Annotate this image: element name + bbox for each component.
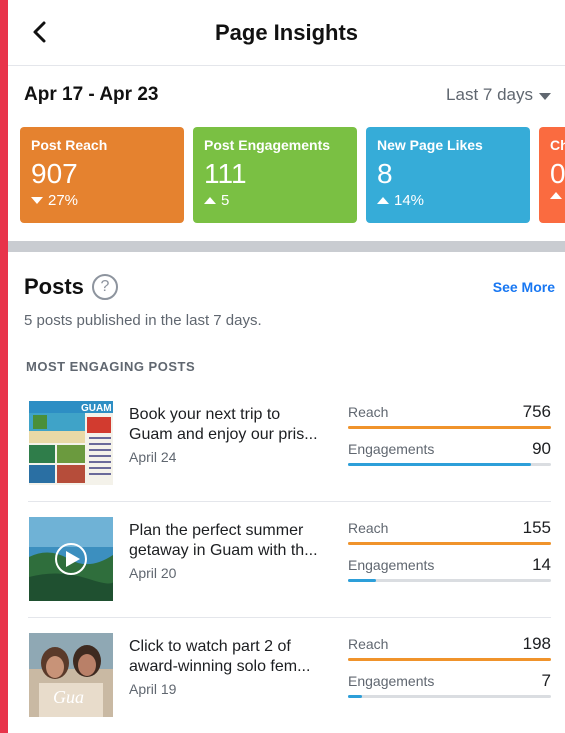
post-metrics: Reach 756 Engagements 90 <box>348 402 551 466</box>
metric-card-change-value: 5 <box>221 192 230 209</box>
metric-card-change <box>550 192 565 199</box>
section-divider <box>8 241 565 252</box>
reach-bar-fill <box>348 658 551 661</box>
post-thumbnail-video <box>29 517 113 601</box>
posts-title-group: Posts ? <box>24 274 118 300</box>
engagements-bar <box>348 579 551 582</box>
engagements-bar-fill <box>348 695 363 698</box>
engagements-value: 90 <box>532 439 551 458</box>
arrow-up-icon <box>204 197 216 204</box>
metric-card-change: 27% <box>31 192 173 209</box>
post-thumbnail-photo: Gua <box>29 633 113 717</box>
engagements-value: 14 <box>532 555 551 574</box>
question-circle-icon[interactable]: ? <box>91 274 118 300</box>
caret-down-icon <box>539 92 551 100</box>
post-text: Click to watch part 2 of award-winning s… <box>129 637 337 697</box>
arrow-up-icon <box>377 197 389 204</box>
metric-card-post-engagements[interactable]: Post Engagements 111 5 <box>193 127 357 223</box>
post-metrics: Reach 198 Engagements 7 <box>348 634 551 698</box>
left-edge-bar <box>0 0 8 733</box>
metric-card-post-reach[interactable]: Post Reach 907 27% <box>20 127 184 223</box>
reach-label: Reach <box>348 636 389 652</box>
reach-label: Reach <box>348 520 389 536</box>
post-row[interactable]: GUAM Book your next trip to Guam and enj… <box>8 385 565 502</box>
svg-text:Gua: Gua <box>53 687 84 707</box>
see-more-link[interactable]: See More <box>493 279 555 295</box>
engagements-bar <box>348 695 551 698</box>
post-metrics: Reach 155 Engagements 14 <box>348 518 551 582</box>
reach-bar <box>348 542 551 545</box>
reach-value: 198 <box>522 634 551 653</box>
post-date: April 20 <box>129 565 177 581</box>
most-engaging-label: MOST ENGAGING POSTS <box>26 359 196 374</box>
svg-text:GUAM: GUAM <box>81 403 112 414</box>
metric-card-value: 907 <box>31 158 78 189</box>
post-date: April 19 <box>129 681 177 697</box>
reach-value: 155 <box>522 518 551 537</box>
metric-card-change: 14% <box>377 192 519 209</box>
metric-card-label: Ch <box>550 137 565 153</box>
metric-card-partial[interactable]: Ch 0 <box>539 127 565 223</box>
reach-bar <box>348 426 551 429</box>
engagements-bar <box>348 463 551 466</box>
metric-card-value: 111 <box>204 158 247 189</box>
arrow-up-icon <box>550 192 562 199</box>
metric-card-new-page-likes[interactable]: New Page Likes 8 14% <box>366 127 530 223</box>
metric-cards[interactable]: Post Reach 907 27% Post Engagements 111 … <box>8 124 565 234</box>
post-title-line-2: getaway in Guam with th... <box>129 542 318 559</box>
engagements-row: Engagements 7 <box>348 671 551 691</box>
metric-card-label: Post Engagements <box>204 137 331 153</box>
engagements-label: Engagements <box>348 441 435 457</box>
posts-title: Posts <box>24 274 84 299</box>
period-label: Last 7 days <box>446 85 533 104</box>
metric-card-change-value: 14% <box>394 192 425 209</box>
reach-row: Reach 756 <box>348 402 551 422</box>
header: Page Insights <box>8 0 565 66</box>
post-row[interactable]: Gua Click to watch part 2 of award-winni… <box>8 617 565 733</box>
metric-card-change: 5 <box>204 192 346 209</box>
post-title-line-1: Plan the perfect summer <box>129 522 304 539</box>
engagements-label: Engagements <box>348 673 435 689</box>
metric-card-value: 8 <box>377 158 393 189</box>
post-row[interactable]: Plan the perfect summer getaway in Guam … <box>8 501 565 618</box>
reach-bar-fill <box>348 426 551 429</box>
reach-row: Reach 155 <box>348 518 551 538</box>
engagements-value: 7 <box>541 671 551 690</box>
chevron-left-icon[interactable] <box>28 20 52 44</box>
engagements-label: Engagements <box>348 557 435 573</box>
metric-card-change-value: 27% <box>48 192 79 209</box>
reach-row: Reach 198 <box>348 634 551 654</box>
post-title-line-1: Click to watch part 2 of <box>129 638 291 655</box>
post-text: Plan the perfect summer getaway in Guam … <box>129 521 337 581</box>
period-dropdown[interactable]: Last 7 days <box>446 85 551 105</box>
post-title-line-1: Book your next trip to <box>129 406 281 423</box>
page-insights-screen: Page Insights Apr 17 - Apr 23 Last 7 day… <box>8 0 565 733</box>
post-title-line-2: Guam and enjoy our pris... <box>129 426 318 443</box>
metric-card-label: Post Reach <box>31 137 108 153</box>
page-title: Page Insights <box>214 19 359 45</box>
arrow-down-icon <box>31 197 43 204</box>
date-range: Apr 17 - Apr 23 <box>24 84 159 105</box>
post-date: April 24 <box>129 449 177 465</box>
engagements-bar-fill <box>348 463 531 466</box>
post-thumbnail-guam-brochure: GUAM <box>29 401 113 485</box>
engagements-row: Engagements 14 <box>348 555 551 575</box>
reach-bar-fill <box>348 542 551 545</box>
engagements-row: Engagements 90 <box>348 439 551 459</box>
date-row: Apr 17 - Apr 23 Last 7 days <box>8 66 565 124</box>
reach-bar <box>348 658 551 661</box>
engagements-bar-fill <box>348 579 377 582</box>
post-title-line-2: award-winning solo fem... <box>129 658 311 675</box>
posts-subtitle: 5 posts published in the last 7 days. <box>24 312 262 329</box>
post-text: Book your next trip to Guam and enjoy ou… <box>129 405 337 465</box>
metric-card-value: 0 <box>550 158 565 189</box>
reach-label: Reach <box>348 404 389 420</box>
reach-value: 756 <box>522 402 551 421</box>
metric-card-label: New Page Likes <box>377 137 483 153</box>
